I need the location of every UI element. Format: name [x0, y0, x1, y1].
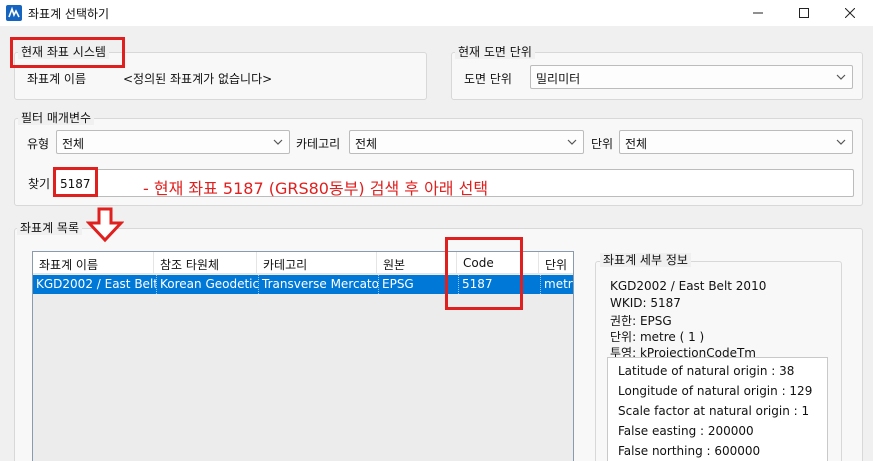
unit-filter-value: 전체: [625, 137, 648, 151]
type-label: 유형: [27, 137, 50, 151]
detail-line: KGD2002 / East Belt 2010: [610, 279, 767, 293]
list-title: 좌표계 목록: [17, 221, 83, 235]
param-line: False northing : 600000: [618, 444, 761, 458]
column-header[interactable]: 카테고리: [257, 252, 377, 274]
window-title: 좌표계 선택하기: [28, 7, 110, 21]
chevron-down-icon: [836, 74, 846, 80]
app-icon: [6, 5, 22, 21]
drawing-unit-select[interactable]: 밀리미터: [530, 65, 853, 89]
maximize-button[interactable]: [781, 0, 827, 26]
type-value: 전체: [62, 137, 85, 151]
param-line: Scale factor at natural origin : 1: [618, 404, 810, 418]
minimize-icon: [753, 12, 763, 14]
unit-filter-label: 단위: [591, 137, 614, 151]
cell-unit: metre: [544, 277, 573, 291]
type-select[interactable]: 전체: [56, 130, 290, 154]
chevron-down-icon: [567, 139, 577, 145]
detail-line: 단위: metre ( 1 ): [610, 330, 705, 344]
cell-ellipsoid: Korean Geodetic: [157, 275, 259, 294]
close-button[interactable]: [827, 0, 873, 26]
maximize-icon: [799, 8, 809, 18]
highlight-current-system: [10, 37, 125, 68]
cell-category: Transverse Mercator: [259, 275, 379, 294]
drawing-unit-label: 도면 단위: [464, 72, 512, 86]
category-value: 전체: [355, 137, 378, 151]
projection-params-box: Latitude of natural origin : 38 Longitud…: [607, 357, 828, 461]
detail-line: WKID: 5187: [610, 296, 681, 310]
chevron-down-icon: [836, 139, 846, 145]
column-header[interactable]: 좌표계 이름: [33, 252, 154, 274]
param-line: Longitude of natural origin : 129: [618, 384, 813, 398]
system-name-label: 좌표계 이름: [27, 72, 87, 86]
minimize-button[interactable]: [735, 0, 781, 26]
title-bar: 좌표계 선택하기: [0, 0, 873, 26]
param-line: Latitude of natural origin : 38: [618, 364, 795, 378]
highlight-search-value: [53, 167, 98, 197]
current-unit-title: 현재 도면 단위: [455, 45, 535, 59]
details-title: 좌표계 세부 정보: [600, 253, 691, 267]
filter-title: 필터 매개변수: [18, 111, 95, 125]
column-header[interactable]: 참조 타원체: [154, 252, 257, 274]
close-icon: [845, 8, 855, 18]
category-select[interactable]: 전체: [349, 130, 584, 154]
param-line: False easting : 200000: [618, 424, 754, 438]
cell-name: KGD2002 / East Belt: [33, 275, 157, 294]
drawing-unit-value: 밀리미터: [536, 72, 581, 86]
annotation-text: - 현재 좌표 5187 (GRS80동부) 검색 후 아래 선택: [143, 179, 489, 198]
arrow-down-icon: [86, 207, 124, 243]
highlight-code-column: [445, 237, 523, 310]
category-label: 카테고리: [296, 137, 341, 151]
column-header[interactable]: 단위: [539, 252, 573, 274]
system-name-value: <정의된 좌표계가 없습니다>: [123, 72, 273, 86]
detail-line: 권한: EPSG: [610, 314, 672, 328]
chevron-down-icon: [273, 139, 283, 145]
search-label: 찾기: [28, 177, 51, 191]
unit-filter-select[interactable]: 전체: [619, 130, 853, 154]
